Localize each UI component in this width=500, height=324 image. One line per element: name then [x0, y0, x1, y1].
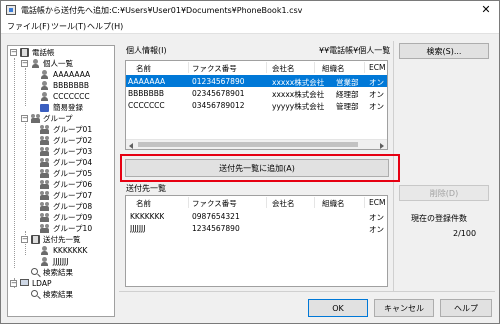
dialog-window: 電話帳から送付先へ追加:C:¥Users¥User01¥Documents¥Ph…: [0, 0, 500, 324]
person-icon: [40, 246, 49, 255]
column-header-ecm[interactable]: ECM: [369, 63, 385, 72]
person-icon: [40, 81, 49, 90]
group-icon: [40, 224, 49, 233]
menu-help[interactable]: ヘルプ(H): [87, 21, 123, 32]
person-icon: [31, 59, 40, 68]
column-header-fax[interactable]: ファクス番号: [192, 198, 237, 209]
horizontal-scrollbar[interactable]: [126, 139, 387, 149]
window-title: 電話帳から送付先へ追加:C:¥Users¥User01¥Documents¥Ph…: [21, 6, 303, 15]
table-row[interactable]: JJJJJJJ 1234567890 オン: [126, 222, 387, 234]
table-row[interactable]: AAAAAAA 01234567890 xxxxx株式会社 営業部 オン: [126, 75, 387, 87]
collapse-toggle-icon[interactable]: −: [21, 115, 28, 122]
collapse-toggle-icon[interactable]: −: [10, 280, 17, 287]
scroll-left-icon[interactable]: [129, 143, 133, 149]
collapse-toggle-icon[interactable]: −: [10, 49, 17, 56]
scroll-right-icon[interactable]: [380, 143, 384, 149]
title-bar: 電話帳から送付先へ追加:C:¥Users¥User01¥Documents¥Ph…: [1, 1, 499, 19]
help-button[interactable]: ヘルプ: [440, 299, 492, 317]
menu-file[interactable]: ファイル(F): [7, 21, 50, 32]
group-icon: [40, 136, 49, 145]
person-icon: [40, 92, 49, 101]
column-header-company[interactable]: 会社名: [272, 198, 295, 209]
scroll-thumb[interactable]: [138, 142, 358, 147]
add-to-destinations-button[interactable]: 送付先一覧に追加(A): [125, 159, 389, 177]
destination-list-icon: [31, 235, 40, 244]
phonebook-icon: [20, 48, 29, 57]
personal-info-label: 個人情報(I): [126, 46, 167, 55]
column-header-dept[interactable]: 組織名: [322, 198, 345, 209]
destinations-label: 送付先一覧: [126, 184, 166, 193]
app-icon: [6, 5, 16, 15]
group-icon: [40, 213, 49, 222]
search-icon: [31, 290, 38, 297]
delete-button[interactable]: 削除(D): [399, 185, 489, 201]
person-icon: [40, 257, 49, 266]
group-icon: [40, 191, 49, 200]
registration-count-value: 2/100: [453, 229, 477, 238]
person-icon: [40, 70, 49, 79]
search-button[interactable]: 検索(S)...: [399, 43, 489, 59]
table-row[interactable]: CCCCCCC 03456789012 yyyyy株式会社 管理部 オン: [126, 99, 387, 111]
list-header: 名前 ファクス番号 会社名 組織名 ECM: [126, 196, 387, 209]
group-icon: [40, 158, 49, 167]
column-header-name[interactable]: 名前: [136, 63, 151, 74]
column-header-ecm[interactable]: ECM: [369, 198, 385, 207]
registration-count-label: 現在の登録件数: [411, 214, 467, 223]
phonebook-tree[interactable]: − 電話帳 − 個人一覧 AAAAAAA BBBBBBB CCCCCCC 簡易登…: [7, 45, 115, 317]
list-header: 名前 ファクス番号 会社名 組織名 ECM: [126, 61, 387, 74]
cancel-button[interactable]: キャンセル: [374, 299, 434, 317]
dialog-content: − 電話帳 − 個人一覧 AAAAAAA BBBBBBB CCCCCCC 簡易登…: [1, 35, 499, 323]
table-row[interactable]: KKKKKKK 0987654321 オン: [126, 210, 387, 222]
folder-icon: [40, 104, 49, 112]
group-icon: [40, 125, 49, 134]
group-icon: [40, 202, 49, 211]
ok-button[interactable]: OK: [308, 299, 368, 317]
computer-icon: [20, 279, 29, 286]
menu-tools[interactable]: ツール(T): [51, 21, 86, 32]
group-icon: [40, 147, 49, 156]
destinations-list[interactable]: 名前 ファクス番号 会社名 組織名 ECM KKKKKKK 0987654321…: [125, 195, 388, 287]
search-icon: [31, 268, 38, 275]
collapse-toggle-icon[interactable]: −: [21, 60, 28, 67]
table-row[interactable]: BBBBBBB 02345678901 xxxxx株式会社 経理部 オン: [126, 87, 387, 99]
collapse-toggle-icon[interactable]: −: [21, 236, 28, 243]
menu-bar: ファイル(F) ツール(T) ヘルプ(H): [1, 19, 499, 34]
group-icon: [40, 180, 49, 189]
column-header-fax[interactable]: ファクス番号: [192, 63, 237, 74]
current-path: ¥¥電話帳¥個人一覧: [319, 46, 391, 55]
group-icon: [31, 114, 40, 123]
close-button[interactable]: ✕: [477, 3, 495, 17]
column-header-company[interactable]: 会社名: [272, 63, 295, 74]
personal-info-list[interactable]: 名前 ファクス番号 会社名 組織名 ECM AAAAAAA 0123456789…: [125, 60, 388, 150]
column-header-dept[interactable]: 組織名: [322, 63, 345, 74]
column-header-name[interactable]: 名前: [136, 198, 151, 209]
group-icon: [40, 169, 49, 178]
